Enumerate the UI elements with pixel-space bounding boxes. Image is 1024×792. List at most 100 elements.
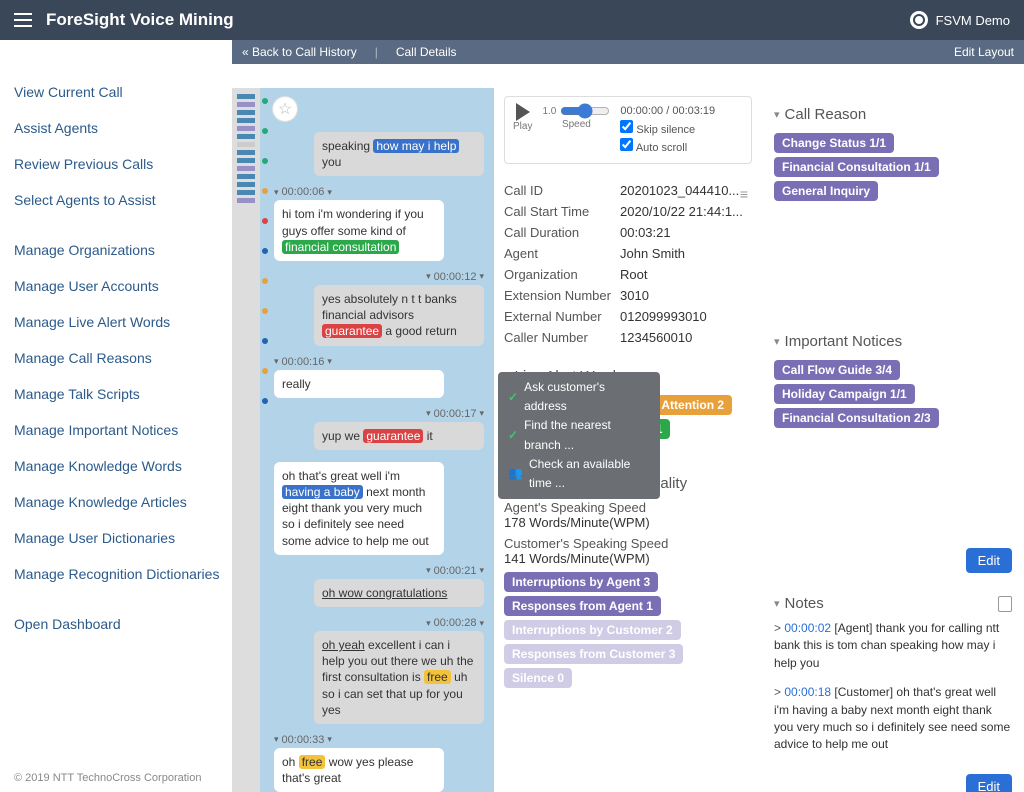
speed-slider[interactable] [560,103,610,119]
meta-value: 3010 [620,288,752,303]
sidebar-item[interactable]: Manage Organizations [14,232,232,268]
timestamp[interactable]: ▾ 00:00:21 ▾ [274,565,484,577]
meta-label: Agent [504,246,620,261]
play-button[interactable] [516,103,530,121]
tag[interactable]: Financial Consultation 1/1 [774,157,939,177]
quality-bar: Interruptions by Agent 3 [504,572,658,592]
sidebar: View Current CallAssist AgentsReview Pre… [0,64,232,792]
notes-edit-button[interactable]: Edit [966,774,1012,792]
timestamp[interactable]: ▾ 00:00:06 ▾ [274,186,484,198]
meta-value: 2020/10/22 21:44:1... [620,204,752,219]
marker-strip [260,88,270,792]
meta-label: Call Start Time [504,204,620,219]
side-panel: Call Reason Change Status 1/1 Financial C… [762,88,1024,792]
popup-row[interactable]: ✓Ask customer's address [508,378,650,416]
audio-player: Play 1.0 Speed 00:00:00 / 00:03:19 Skip … [504,96,752,164]
user-icon [910,11,928,29]
important-notices-title[interactable]: Important Notices [774,333,1012,350]
breadcrumb-bar: « Back to Call History | Call Details Ed… [232,40,1024,64]
agent-bubble[interactable]: oh yeah excellent i can i help you out t… [314,631,484,724]
note-item: > 00:00:02 [Agent] thank you for calling… [774,620,1012,672]
meta-label: Call Duration [504,225,620,240]
sidebar-item[interactable]: Manage Recognition Dictionaries [14,556,232,592]
skip-silence-checkbox[interactable] [620,120,633,133]
meta-value: Root [620,267,752,282]
meta-label: Organization [504,267,620,282]
sidebar-item[interactable]: Review Previous Calls [14,146,232,182]
quality-bar: Responses from Customer 3 [504,644,683,664]
timeline-strip[interactable] [232,88,260,792]
meta-label: Caller Number [504,330,620,345]
quality-bar: Silence 0 [504,668,572,688]
user-name: FSVM Demo [936,13,1010,28]
call-meta-table: Call ID20201023_044410...Call Start Time… [504,180,752,348]
user-menu[interactable]: FSVM Demo [910,11,1010,29]
speed-label: Speed [562,119,591,130]
customer-bubble[interactable]: hi tom i'm wondering if you guys offer s… [274,200,444,261]
action-popup: ✓Ask customer's address✓Find the nearest… [498,372,660,499]
sidebar-item[interactable]: Manage Knowledge Words [14,448,232,484]
back-link[interactable]: « Back to Call History [242,45,357,59]
tag[interactable]: Change Status 1/1 [774,133,894,153]
timestamp[interactable]: ▾ 00:00:28 ▾ [274,617,484,629]
sidebar-item[interactable]: Manage Call Reasons [14,340,232,376]
customer-bubble[interactable]: oh free wow yes please that's great [274,748,444,792]
sidebar-item[interactable]: Open Dashboard [14,606,232,642]
sidebar-item[interactable]: Assist Agents [14,110,232,146]
sidebar-item[interactable]: Manage Important Notices [14,412,232,448]
auto-scroll-checkbox[interactable] [620,138,633,151]
important-edit-button[interactable]: Edit [966,548,1012,573]
sidebar-item[interactable]: View Current Call [14,74,232,110]
quality-bar: Responses from Agent 1 [504,596,661,616]
page-title: Call Details [396,45,457,59]
popup-row[interactable]: ✓Find the nearest branch ... [508,416,650,454]
speed-value: 1.0 [542,106,556,117]
meta-label: External Number [504,309,620,324]
call-reason-title[interactable]: Call Reason [774,106,1012,123]
meta-value: 1234560010 [620,330,752,345]
player-time: 00:00:00 / 00:03:19 [620,103,715,120]
meta-value: John Smith [620,246,752,261]
timestamp[interactable]: ▾ 00:00:12 ▾ [274,271,484,283]
meta-menu-icon[interactable]: ≡ [740,186,748,202]
sidebar-item[interactable]: Manage Live Alert Words [14,304,232,340]
tag[interactable]: General Inquiry [774,181,878,201]
meta-value: 20201023_044410... [620,183,752,198]
tag[interactable]: Attention 2 [653,395,732,415]
timestamp[interactable]: ▾ 00:00:17 ▾ [274,408,484,420]
tag[interactable]: Financial Consultation 2/3 [774,408,939,428]
top-bar: ForeSight Voice Mining FSVM Demo [0,0,1024,40]
edit-layout-link[interactable]: Edit Layout [954,45,1014,59]
footer-text: © 2019 NTT TechnoCross Corporation [14,764,232,792]
sidebar-item[interactable]: Manage User Dictionaries [14,520,232,556]
notes-title[interactable]: Notes [774,595,1012,612]
agent-bubble[interactable]: oh wow congratulations [314,579,484,607]
timestamp[interactable]: ▾ 00:00:33 ▾ [274,734,484,746]
agent-speed-label: Agent's Speaking Speed [504,500,752,515]
customer-bubble[interactable]: really [274,370,444,398]
tag[interactable]: Holiday Campaign 1/1 [774,384,915,404]
sidebar-item[interactable]: Manage User Accounts [14,268,232,304]
customer-speed-label: Customer's Speaking Speed [504,536,752,551]
meta-label: Call ID [504,183,620,198]
popup-row[interactable]: 👥Check an available time ... [508,455,650,493]
favorite-star-button[interactable]: ☆ [272,96,298,122]
meta-value: 00:03:21 [620,225,752,240]
agent-bubble[interactable]: yup we guarantee it [314,422,484,450]
meta-label: Extension Number [504,288,620,303]
clipboard-icon[interactable] [998,596,1012,612]
sidebar-item[interactable]: Manage Talk Scripts [14,376,232,412]
meta-value: 012099993010 [620,309,752,324]
agent-bubble[interactable]: yes absolutely n t t banks financial adv… [314,285,484,346]
quality-bar: Interruptions by Customer 2 [504,620,681,640]
customer-bubble[interactable]: oh that's great well i'm having a baby n… [274,462,444,555]
sidebar-item[interactable]: Manage Knowledge Articles [14,484,232,520]
tag[interactable]: Call Flow Guide 3/4 [774,360,900,380]
agent-bubble[interactable]: speaking how may i help you [314,132,484,176]
timestamp[interactable]: ▾ 00:00:16 ▾ [274,356,484,368]
hamburger-icon[interactable] [14,13,32,27]
play-label: Play [513,121,532,132]
note-item: > 00:00:18 [Customer] oh that's great we… [774,684,1012,754]
sidebar-item[interactable]: Select Agents to Assist [14,182,232,218]
agent-speed-value: 178 Words/Minute(WPM) [504,515,752,530]
